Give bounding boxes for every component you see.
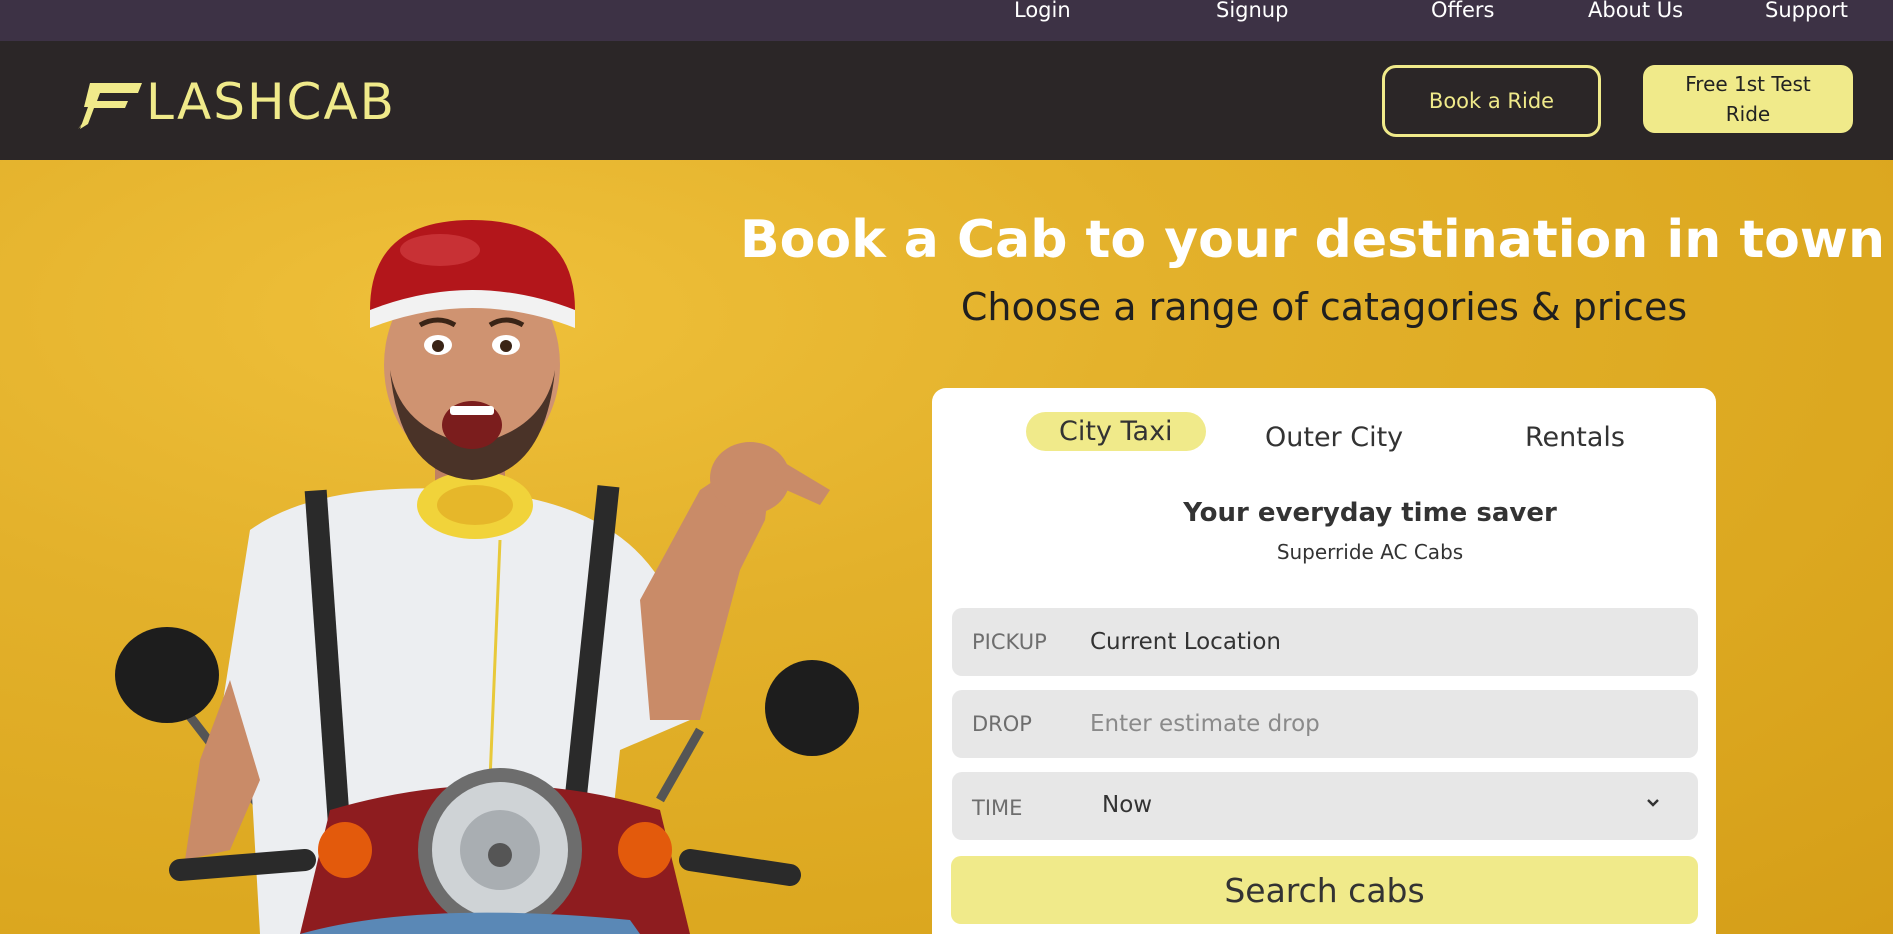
pickup-field[interactable]: PICKUP bbox=[952, 608, 1698, 676]
about-us-link[interactable]: About Us bbox=[1588, 0, 1683, 22]
login-link[interactable]: Login bbox=[1014, 0, 1071, 22]
lightning-f-icon bbox=[78, 83, 142, 129]
hero-subtitle: Choose a range of catagories & prices bbox=[960, 285, 1688, 329]
main-header: LASHCAB Book a Ride Free 1st Test Ride bbox=[0, 41, 1893, 160]
signup-link[interactable]: Signup bbox=[1216, 0, 1288, 22]
card-heading: Your everyday time saver bbox=[1183, 498, 1557, 528]
tab-city-taxi[interactable]: City Taxi bbox=[1026, 412, 1206, 451]
top-utility-bar: Login Signup Offers About Us Support bbox=[0, 0, 1893, 41]
booking-card: City Taxi Outer City Rentals Your everyd… bbox=[932, 388, 1716, 934]
card-subheading: Superride AC Cabs bbox=[1276, 540, 1464, 564]
offers-link[interactable]: Offers bbox=[1431, 0, 1495, 22]
hero-section: Book a Cab to your destination in town C… bbox=[0, 160, 1893, 934]
support-link[interactable]: Support bbox=[1765, 0, 1848, 22]
drop-label: DROP bbox=[972, 712, 1032, 736]
time-label: TIME bbox=[972, 796, 1023, 820]
tab-rentals[interactable]: Rentals bbox=[1525, 422, 1625, 453]
book-ride-button[interactable]: Book a Ride bbox=[1382, 65, 1601, 137]
hero-title: Book a Cab to your destination in town bbox=[740, 210, 1885, 270]
time-select[interactable]: TIME Now bbox=[952, 772, 1698, 840]
pickup-input[interactable] bbox=[1090, 618, 1670, 666]
tab-outer-city[interactable]: Outer City bbox=[1265, 422, 1403, 453]
free-test-ride-button[interactable]: Free 1st Test Ride bbox=[1643, 65, 1853, 133]
flashcab-logo[interactable]: LASHCAB bbox=[78, 73, 438, 131]
logo-text: LASHCAB bbox=[146, 73, 396, 131]
drop-field[interactable]: DROP bbox=[952, 690, 1698, 758]
drop-input[interactable] bbox=[1090, 700, 1670, 748]
pickup-label: PICKUP bbox=[972, 630, 1047, 654]
time-value: Now bbox=[1102, 792, 1153, 818]
rider-on-scooter-illustration bbox=[115, 220, 859, 934]
search-cabs-button[interactable]: Search cabs bbox=[951, 856, 1698, 924]
chevron-down-icon bbox=[1647, 799, 1659, 807]
